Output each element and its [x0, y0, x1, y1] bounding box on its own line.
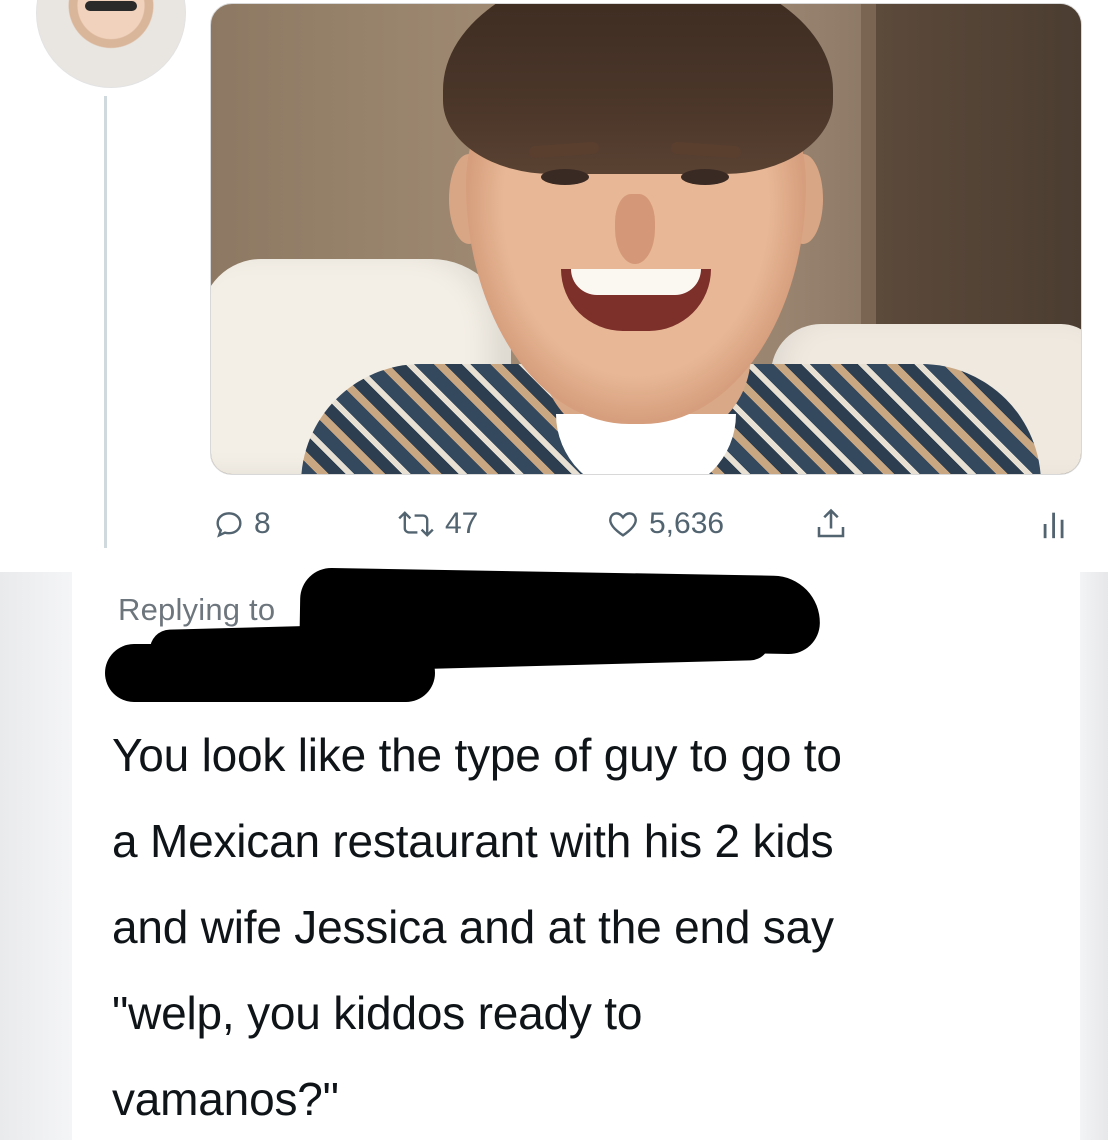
analytics-button[interactable]: [1040, 500, 1070, 548]
hair: [443, 4, 833, 174]
screenshot-edge-right: [1078, 572, 1108, 1140]
share-button[interactable]: [812, 500, 850, 548]
retweet-count: 47: [445, 507, 479, 540]
screenshot-edge-left: [0, 572, 72, 1140]
tweet-action-bar: 8 47 5,636: [0, 500, 1108, 548]
original-tweet: 8 47 5,636: [0, 0, 1108, 565]
reply-line: "welp, you kiddos ready to: [112, 987, 643, 1039]
reply-count: 8: [254, 507, 271, 540]
redaction-mark: [299, 567, 821, 655]
avatar[interactable]: [36, 0, 186, 88]
reply-icon: [212, 507, 246, 541]
like-count: 5,636: [649, 507, 725, 540]
retweet-button[interactable]: 47: [395, 500, 478, 548]
redaction-mark: [105, 644, 435, 702]
nose: [615, 194, 655, 264]
reply-line: vamanos?": [112, 1073, 339, 1125]
reply-line: and wife Jessica and at the end say: [112, 901, 834, 953]
reply-button[interactable]: 8: [212, 500, 271, 548]
analytics-icon: [1040, 507, 1070, 541]
reply-line: a Mexican restaurant with his 2 kids: [112, 815, 834, 867]
eye-left: [541, 169, 589, 185]
reply-line: You look like the type of guy to go to: [112, 729, 842, 781]
replying-to-label: Replying to: [118, 592, 276, 627]
eye-right: [681, 169, 729, 185]
sunglasses-detail: [85, 1, 137, 11]
like-icon: [605, 507, 641, 541]
reply-body: You look like the type of guy to go to a…: [112, 712, 1062, 1142]
reply-tweet: Replying to You look like the type of gu…: [90, 567, 1080, 1142]
teeth: [571, 269, 701, 295]
thread-line: [104, 96, 107, 548]
like-button[interactable]: 5,636: [605, 500, 724, 548]
tweet-photo[interactable]: [210, 3, 1082, 475]
retweet-icon: [395, 507, 437, 541]
share-icon: [812, 506, 850, 542]
